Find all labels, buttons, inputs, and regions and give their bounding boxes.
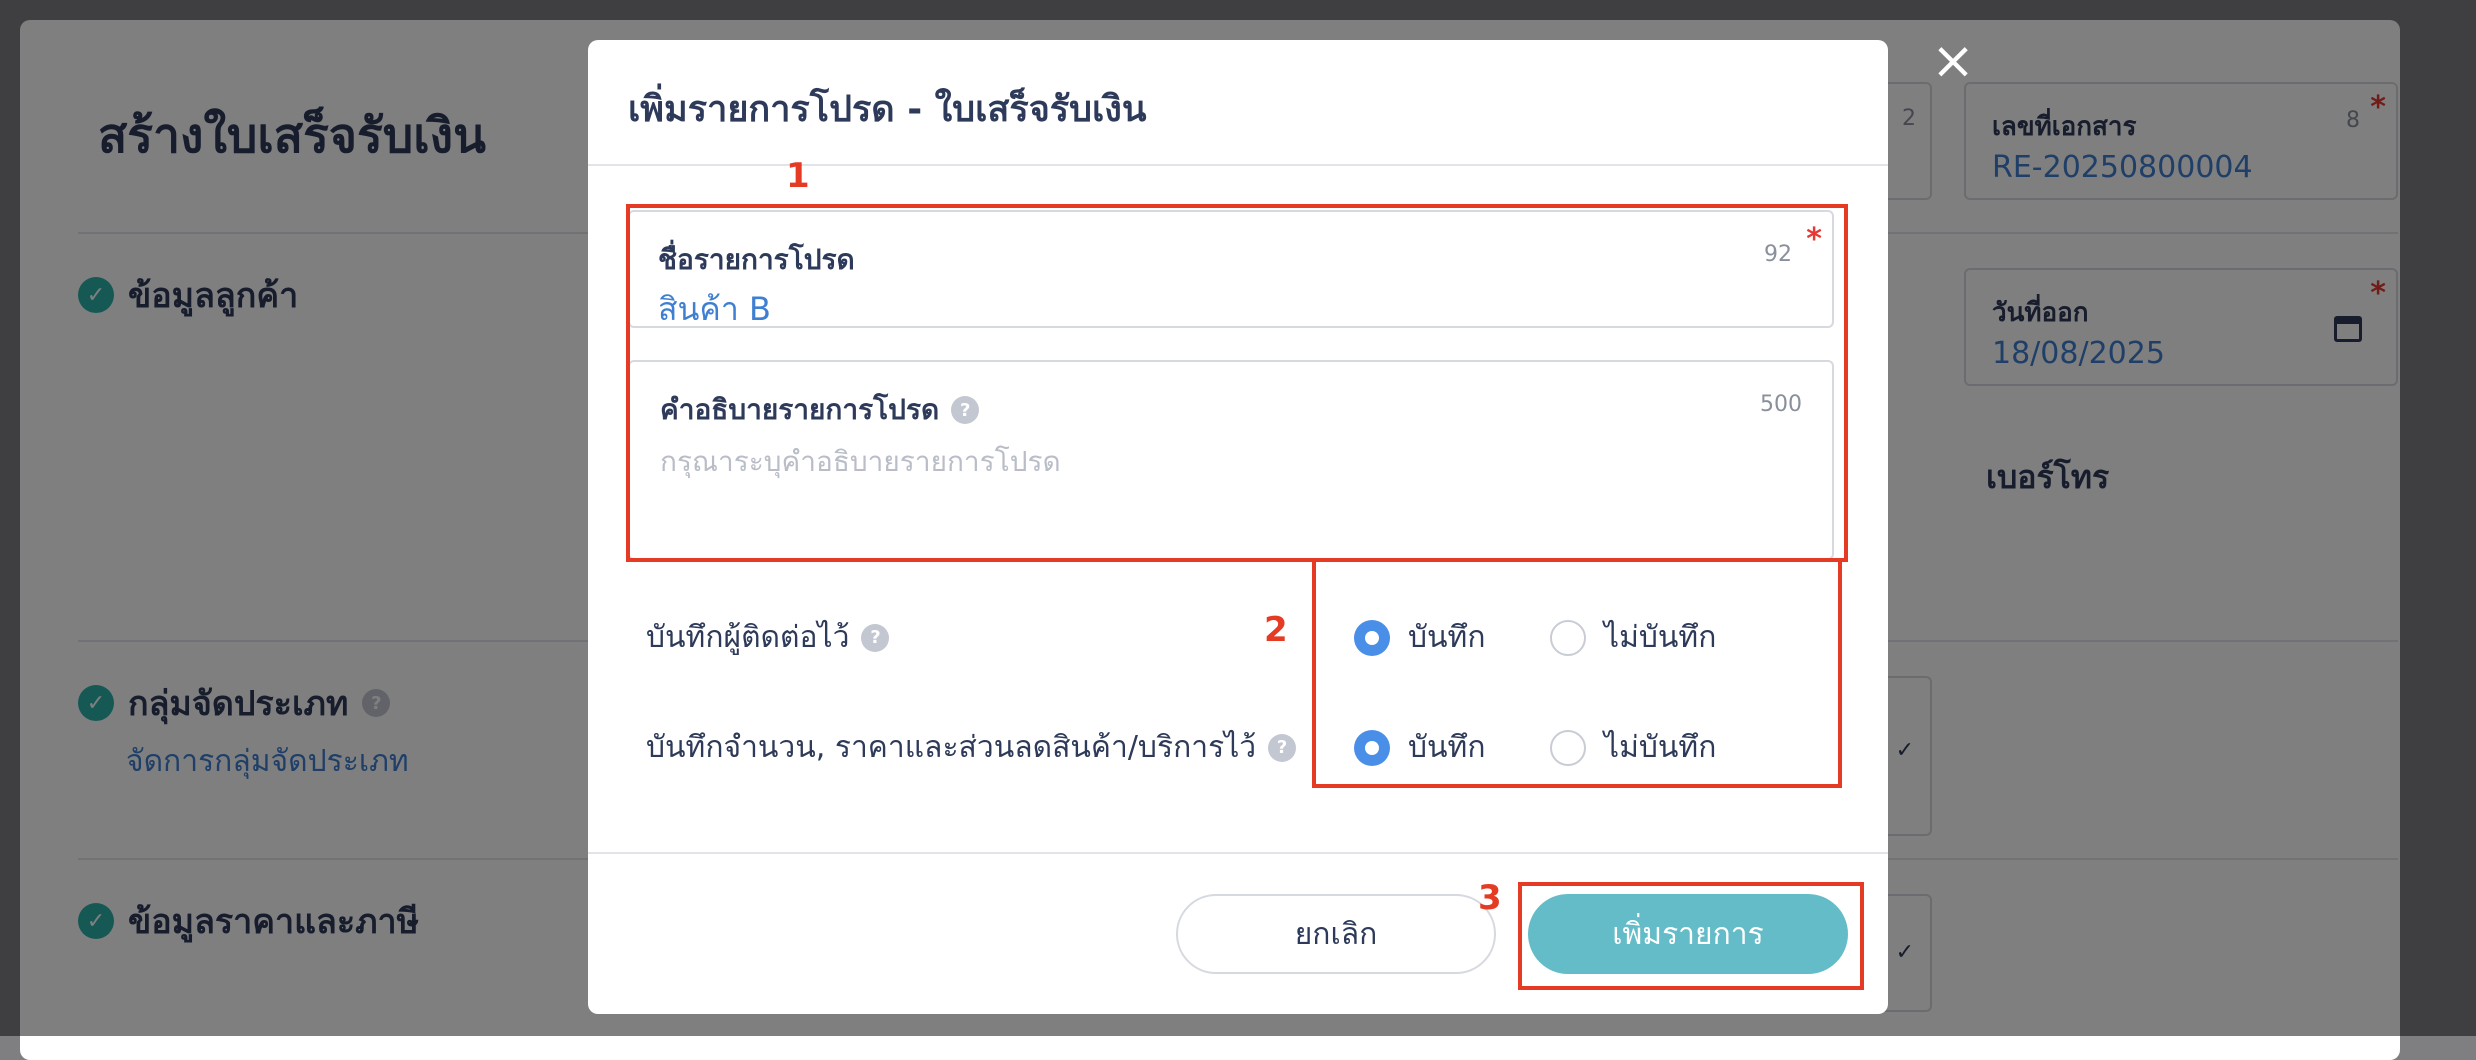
cancel-button[interactable]: ยกเลิก [1176,894,1496,974]
annotation-number-3: 3 [1478,878,1502,918]
help-icon: ? [1268,733,1297,762]
help-icon: ? [861,623,890,652]
modal-header-divider [588,164,1888,166]
save-contact-label: บันทึกผู้ติดต่อไว้ ? [646,614,890,661]
modal-footer-divider [588,852,1888,854]
annotation-box-1 [626,204,1848,562]
annotation-number-2: 2 [1264,610,1288,650]
annotation-box-3 [1518,882,1864,990]
annotation-box-2 [1312,558,1842,788]
modal-title: เพิ่มรายการโปรด - ใบเสร็จรับเงิน [628,89,1147,130]
close-icon[interactable]: × [1930,35,1976,87]
annotation-number-1: 1 [786,156,810,196]
save-quantity-label: บันทึกจำนวน, ราคาและส่วนลดสินค้า/บริการไ… [646,724,1297,771]
